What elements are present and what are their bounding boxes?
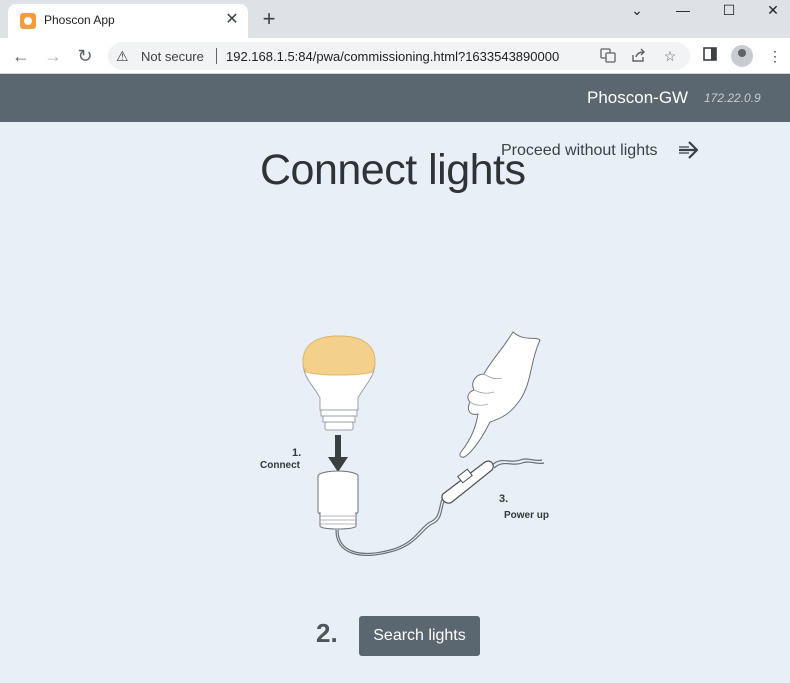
- step1-label: Connect: [260, 460, 301, 471]
- security-label[interactable]: Not secure: [141, 49, 204, 64]
- browser-tab[interactable]: Phoscon App ✕: [8, 4, 248, 38]
- gateway-name[interactable]: Phoscon-GW: [587, 88, 688, 108]
- gateway-ip: 172.22.0.9: [704, 91, 761, 105]
- forward-button[interactable]: →: [40, 44, 66, 68]
- warning-icon[interactable]: ⚠: [116, 48, 129, 65]
- step3-label: Power up: [504, 510, 549, 521]
- minimize-button[interactable]: —: [660, 0, 706, 20]
- cable-switch-icon: [441, 460, 494, 504]
- new-tab-button[interactable]: +: [258, 7, 280, 31]
- search-lights-button[interactable]: Search lights: [359, 616, 480, 656]
- phoscon-favicon-icon: [20, 13, 36, 29]
- side-panel-icon[interactable]: [699, 46, 721, 66]
- connect-lights-illustration: 1. Connect 3. Power up: [260, 331, 549, 556]
- browser-tab-strip: Phoscon App ✕ + ⌄ — ☐ ✕: [0, 0, 790, 38]
- reload-button[interactable]: ↻: [72, 44, 98, 68]
- page-title: Connect lights: [260, 146, 526, 194]
- light-bulb-icon: [302, 335, 376, 431]
- commissioning-page: Connect lights Proceed without lights 1.…: [0, 122, 790, 683]
- tab-close-icon[interactable]: ✕: [222, 10, 242, 30]
- share-icon[interactable]: [629, 47, 649, 65]
- profile-avatar-icon[interactable]: [731, 45, 753, 67]
- step2-number: 2.: [316, 618, 338, 648]
- address-bar[interactable]: ⚠ Not secure 192.168.1.5:84/pwa/commissi…: [108, 42, 690, 70]
- lamp-socket-icon: [317, 470, 359, 530]
- close-window-button[interactable]: ✕: [750, 0, 790, 20]
- omnibox-divider: [216, 48, 217, 64]
- back-button[interactable]: ←: [8, 44, 34, 68]
- proceed-without-lights-link[interactable]: Proceed without lights: [501, 142, 658, 160]
- app-header: Phoscon-GW 172.22.0.9: [0, 74, 790, 122]
- url-text[interactable]: 192.168.1.5:84/pwa/commissioning.html?16…: [226, 49, 559, 64]
- translate-icon[interactable]: [598, 47, 618, 65]
- tab-search-button[interactable]: ⌄: [614, 0, 660, 20]
- tab-title: Phoscon App: [44, 13, 115, 27]
- browser-menu-icon[interactable]: ⋮: [764, 46, 786, 66]
- bookmark-star-icon[interactable]: ☆: [660, 47, 680, 65]
- maximize-button[interactable]: ☐: [706, 0, 752, 20]
- step3-number: 3.: [499, 493, 508, 505]
- step1-number: 1.: [292, 447, 301, 459]
- arrow-down-icon: [328, 435, 348, 472]
- pointing-hand-icon: [459, 331, 541, 458]
- browser-toolbar: ← → ↻ ⚠ Not secure 192.168.1.5:84/pwa/co…: [0, 38, 790, 74]
- arrow-right-icon[interactable]: [677, 137, 701, 163]
